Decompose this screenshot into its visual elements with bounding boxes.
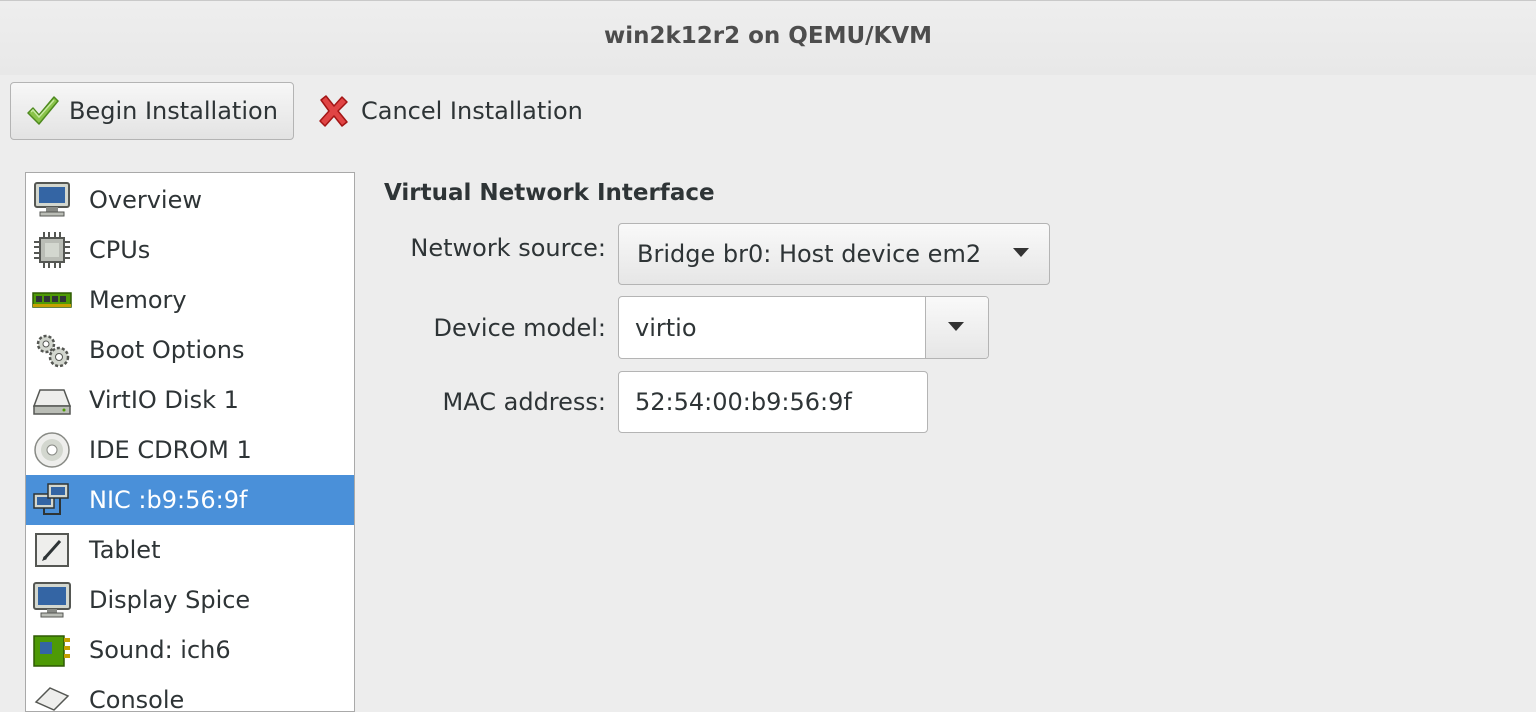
tablet-icon — [31, 529, 73, 571]
mac-address-label: MAC address: — [442, 388, 606, 416]
cdrom-icon — [31, 429, 73, 471]
monitor-icon — [31, 179, 73, 221]
begin-installation-button[interactable]: Begin Installation — [10, 82, 294, 140]
sidebar-item-cpus[interactable]: CPUs — [26, 225, 354, 275]
sidebar-item-label: Boot Options — [89, 336, 245, 364]
network-source-dropdown[interactable]: Bridge br0: Host device em2 — [618, 223, 1050, 285]
sidebar-item-label: NIC :b9:56:9f — [89, 486, 248, 514]
sidebar-item-label: Overview — [89, 186, 202, 214]
sidebar-item-label: VirtIO Disk 1 — [89, 386, 239, 414]
device-model-label: Device model: — [433, 314, 606, 342]
sidebar-item-label: IDE CDROM 1 — [89, 436, 252, 464]
network-source-value: Bridge br0: Host device em2 — [637, 240, 982, 268]
sidebar-item-virtio-disk[interactable]: VirtIO Disk 1 — [26, 375, 354, 425]
gears-icon — [31, 329, 73, 371]
cancel-x-icon — [317, 94, 351, 128]
sidebar-item-tablet[interactable]: Tablet — [26, 525, 354, 575]
sidebar-item-label: Memory — [89, 286, 187, 314]
sidebar-item-label: Console — [89, 686, 185, 712]
memory-icon — [31, 279, 73, 321]
window-title: win2k12r2 on QEMU/KVM — [603, 23, 933, 49]
mac-address-field[interactable] — [618, 371, 928, 433]
sidebar-item-label: Sound: ich6 — [89, 636, 231, 664]
device-model-input[interactable] — [619, 297, 927, 358]
cpu-icon — [31, 229, 73, 271]
checkmark-icon — [25, 94, 59, 128]
title-bar[interactable]: win2k12r2 on QEMU/KVM — [0, 0, 1536, 75]
sidebar-item-console[interactable]: Console — [26, 675, 354, 712]
sidebar-item-label: Display Spice — [89, 586, 251, 614]
section-title: Virtual Network Interface — [384, 180, 715, 206]
sidebar-item-display-spice[interactable]: Display Spice — [26, 575, 354, 625]
hardware-list[interactable]: Overview CPUs Memory Boot Options VirtIO… — [25, 172, 355, 712]
network-source-label: Network source: — [410, 234, 606, 262]
cancel-installation-button[interactable]: Cancel Installation — [312, 82, 602, 140]
sidebar-item-boot-options[interactable]: Boot Options — [26, 325, 354, 375]
sidebar-item-sound[interactable]: Sound: ich6 — [26, 625, 354, 675]
disk-icon — [31, 379, 73, 421]
sidebar-item-ide-cdrom[interactable]: IDE CDROM 1 — [26, 425, 354, 475]
cancel-installation-label: Cancel Installation — [361, 97, 583, 125]
mac-address-input[interactable] — [619, 372, 919, 432]
device-model-dropdown-button[interactable] — [925, 297, 988, 358]
sidebar-item-label: Tablet — [89, 536, 161, 564]
display-icon — [31, 579, 73, 621]
sidebar-item-overview[interactable]: Overview — [26, 175, 354, 225]
device-model-combo[interactable] — [618, 296, 989, 359]
network-icon — [31, 479, 73, 521]
sidebar-item-label: CPUs — [89, 236, 151, 264]
sound-icon — [31, 629, 73, 671]
toolbar: Begin Installation Cancel Installation — [0, 74, 1536, 154]
chevron-down-icon — [948, 322, 964, 331]
console-icon — [31, 679, 73, 711]
sidebar-item-memory[interactable]: Memory — [26, 275, 354, 325]
chevron-down-icon — [1013, 248, 1029, 257]
begin-installation-label: Begin Installation — [69, 97, 278, 125]
sidebar-item-nic[interactable]: NIC :b9:56:9f — [26, 475, 354, 525]
details-panel: Virtual Network Interface Network source… — [384, 172, 1534, 692]
installation-dialog: win2k12r2 on QEMU/KVM Begin Installation… — [0, 0, 1536, 712]
